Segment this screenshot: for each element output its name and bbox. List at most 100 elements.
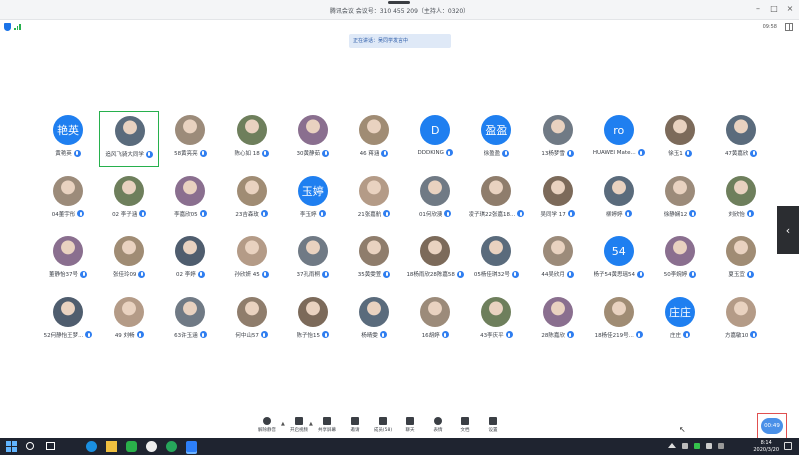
participant-tile[interactable]: 刘欣怡 bbox=[711, 172, 771, 228]
participant-tile[interactable]: 04董宇彤 bbox=[38, 172, 98, 228]
participant-tile[interactable]: 02 李子涵 bbox=[99, 172, 159, 228]
participant-name: 18杨雨欣28陈嘉58 bbox=[406, 272, 455, 278]
participant-tile[interactable]: 35黄雯萱 bbox=[344, 232, 404, 288]
toolbar-emoji-button[interactable]: 表情 bbox=[424, 414, 452, 438]
participant-tile[interactable]: 43李庆平 bbox=[466, 293, 526, 349]
participant-tile[interactable]: 玉婷 李玉婷 bbox=[283, 172, 343, 228]
toolbar-members-button[interactable]: 成员(58) bbox=[369, 414, 397, 438]
participant-tile[interactable]: 50李婉婷 bbox=[650, 232, 710, 288]
participant-tile[interactable]: 13杨梦雪 bbox=[528, 111, 588, 167]
windows-start-icon[interactable] bbox=[6, 441, 17, 452]
security-shield-icon[interactable] bbox=[4, 23, 11, 31]
microphone-icon bbox=[445, 149, 453, 156]
toolbar-invite-button[interactable]: 邀请 bbox=[341, 414, 369, 438]
browser-360-icon[interactable] bbox=[166, 441, 177, 452]
toolbar-camera-button[interactable]: 开启视频 bbox=[285, 414, 313, 438]
toolbar-chat-button[interactable]: 聊天 bbox=[396, 414, 424, 438]
participant-tile[interactable]: 37孔雨桐 bbox=[283, 232, 343, 288]
participant-name-row: 49 刘畅 bbox=[99, 331, 159, 339]
microphone-icon bbox=[318, 210, 326, 217]
participant-name-row: 庄庄 bbox=[650, 331, 710, 339]
side-panel-chevron-left-icon[interactable]: ‹ bbox=[777, 206, 799, 254]
tray-expand-icon[interactable] bbox=[668, 443, 676, 448]
file-explorer-icon[interactable] bbox=[106, 441, 117, 452]
participant-name: 44吴欣月 bbox=[541, 272, 565, 278]
participant-tile[interactable]: 张佳玲09 bbox=[99, 232, 159, 288]
participant-tile[interactable]: 05杨佳琪32号 bbox=[466, 232, 526, 288]
participant-tile[interactable]: 董静怡37号 bbox=[38, 232, 98, 288]
participant-tile[interactable]: D DDDKING bbox=[405, 111, 465, 167]
participant-tile[interactable]: 盈盈 徐盈盈 bbox=[466, 111, 526, 167]
participant-tile[interactable]: 孙欣妍 45 bbox=[222, 232, 282, 288]
participant-tile[interactable]: 02 李婷 bbox=[160, 232, 220, 288]
participant-tile[interactable]: 陈心如 18 bbox=[222, 111, 282, 167]
participant-tile[interactable]: 18杨佳219号... bbox=[589, 293, 649, 349]
participant-name-row: 凌子琪22张嘉18... bbox=[466, 210, 526, 218]
search-icon[interactable] bbox=[26, 442, 34, 450]
edge-browser-icon[interactable] bbox=[86, 441, 97, 452]
tencent-meeting-icon[interactable] bbox=[186, 441, 197, 452]
participant-tile[interactable]: 追风飞骑大同学 bbox=[99, 111, 160, 167]
participant-tile[interactable]: 46 蒋涵 bbox=[344, 111, 404, 167]
participant-tile[interactable]: 徐玉1 bbox=[650, 111, 710, 167]
qq-icon[interactable] bbox=[146, 441, 157, 452]
participant-tile[interactable]: 柳婷婷 bbox=[589, 172, 649, 228]
notification-icon[interactable] bbox=[784, 442, 792, 450]
participant-tile[interactable]: 夏玉宜 bbox=[711, 232, 771, 288]
participant-tile[interactable]: 徐静娴12 bbox=[650, 172, 710, 228]
network-signal-icon[interactable] bbox=[14, 24, 21, 30]
toolbar-label: 共享屏幕 bbox=[318, 428, 336, 433]
microphone-icon bbox=[456, 270, 464, 278]
network-tray-icon[interactable] bbox=[682, 443, 688, 449]
participant-tile[interactable]: 杨晴雯 bbox=[344, 293, 404, 349]
participant-tile[interactable]: ro HUAWEI Mate... bbox=[589, 111, 649, 167]
toolbar-document-button[interactable]: 文档 bbox=[451, 414, 479, 438]
participant-tile[interactable]: 吴同学 17 bbox=[528, 172, 588, 228]
participant-tile[interactable]: 30黄静茹 bbox=[283, 111, 343, 167]
participant-tile[interactable]: 凌子琪22张嘉18... bbox=[466, 172, 526, 228]
participant-tile[interactable]: 49 刘畅 bbox=[99, 293, 159, 349]
participant-tile[interactable]: 李嘉欣05 bbox=[160, 172, 220, 228]
participant-tile[interactable]: 方嘉敏10 bbox=[711, 293, 771, 349]
participant-avatar: 玉婷 bbox=[297, 175, 328, 206]
participant-tile[interactable]: 21张嘉航 bbox=[344, 172, 404, 228]
participant-tile[interactable]: 54 杨子54黄思瑶54 bbox=[589, 232, 649, 288]
toolbar-microphone-button[interactable]: 解除静音 bbox=[253, 414, 281, 438]
participant-tile[interactable]: 52何静怡王梦... bbox=[38, 293, 98, 349]
participant-tile[interactable]: 23吉森玫 bbox=[222, 172, 282, 228]
task-view-icon[interactable] bbox=[46, 442, 55, 450]
participant-tile[interactable]: 16胡婷 bbox=[405, 293, 465, 349]
toolbar-label: 聊天 bbox=[405, 428, 415, 433]
participant-name: 49 刘畅 bbox=[114, 332, 135, 339]
participant-name: 01何欣澳 bbox=[418, 211, 443, 218]
maximize-icon[interactable]: □ bbox=[768, 5, 780, 13]
share-screen-icon bbox=[323, 417, 331, 425]
participant-tile[interactable]: 58黄亮亮 bbox=[160, 111, 220, 167]
meeting-timer[interactable]: 00:49 bbox=[761, 418, 783, 434]
participant-tile[interactable]: 28陈嘉欣 bbox=[528, 293, 588, 349]
volume-tray-icon[interactable] bbox=[706, 443, 712, 449]
minimize-icon[interactable]: – bbox=[752, 5, 764, 13]
gallery-view-icon[interactable] bbox=[785, 23, 793, 31]
drag-handle[interactable] bbox=[388, 1, 410, 4]
taskbar-clock[interactable]: 8:14 2020/3/20 bbox=[753, 440, 779, 453]
participant-tile[interactable]: 01何欣澳 bbox=[405, 172, 465, 228]
participant-tile[interactable]: 44吴欣月 bbox=[528, 232, 588, 288]
participant-tile[interactable]: 陈子怡15 bbox=[283, 293, 343, 349]
toolbar-settings-button[interactable]: 设置 bbox=[479, 414, 507, 438]
participant-name-row: 63许玉涵 bbox=[160, 331, 220, 339]
emoji-icon bbox=[434, 417, 442, 425]
toolbar-share-screen-button[interactable]: 共享屏幕 bbox=[313, 414, 341, 438]
participant-tile[interactable]: 艳英 黄艳英 bbox=[38, 111, 98, 167]
participant-tile[interactable]: 庄庄 庄庄 bbox=[650, 293, 710, 349]
wechat-tray-icon[interactable] bbox=[694, 443, 700, 449]
close-icon[interactable]: × bbox=[784, 5, 796, 13]
microphone-icon bbox=[263, 417, 271, 425]
participant-tile[interactable]: 18杨雨欣28陈嘉58 bbox=[405, 232, 465, 288]
participant-name-row: 吴同学 17 bbox=[528, 210, 588, 218]
participant-tile[interactable]: 47黄嘉欣 bbox=[711, 111, 771, 167]
battery-tray-icon[interactable] bbox=[718, 443, 724, 449]
wechat-icon[interactable] bbox=[126, 441, 137, 452]
participant-tile[interactable]: 63许玉涵 bbox=[160, 293, 220, 349]
participant-tile[interactable]: 何中山57 bbox=[222, 293, 282, 349]
